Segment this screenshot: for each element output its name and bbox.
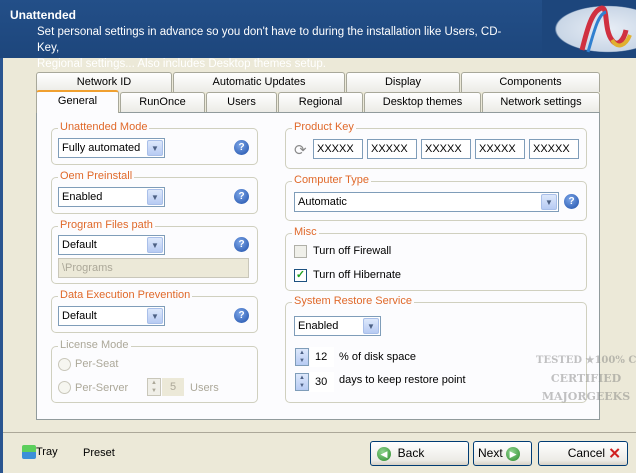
tray-button[interactable]: Tray	[22, 445, 58, 459]
turn-off-hibernate-label: Turn off Hibernate	[313, 269, 402, 281]
turn-off-firewall-label: Turn off Firewall	[313, 245, 392, 257]
watermark-text: CERTIFIED	[550, 372, 622, 385]
next-button[interactable]: Next ▶	[473, 441, 532, 466]
per-seat-radio[interactable]	[58, 358, 71, 371]
tab-automatic-updates[interactable]: Automatic Updates	[173, 72, 345, 92]
select-value: Default	[62, 310, 97, 322]
group-label: System Restore Service	[292, 295, 414, 307]
chevron-down-icon[interactable]: ▼	[363, 318, 379, 334]
disk-percent-input[interactable]: 12	[310, 347, 334, 367]
users-spinner-arrows[interactable]: ▲ ▼	[147, 378, 161, 396]
help-icon[interactable]: ?	[234, 140, 249, 155]
chevron-down-icon[interactable]: ▼	[541, 194, 557, 210]
program-files-path-input[interactable]: \Programs	[58, 258, 249, 278]
back-button[interactable]: ◀ Back	[370, 441, 469, 466]
product-key-part-5[interactable]: XXXXX	[529, 139, 579, 159]
per-server-label: Per-Server	[75, 382, 129, 394]
tab-regional[interactable]: Regional	[278, 92, 363, 112]
cancel-label: Cancel	[567, 446, 606, 460]
help-icon[interactable]: ?	[234, 308, 249, 323]
tab-general[interactable]: General	[36, 90, 119, 113]
logo-icon	[579, 5, 632, 53]
select-value: Default	[62, 239, 97, 251]
cancel-button[interactable]: Cancel ✕	[538, 441, 628, 466]
misc-group: Misc	[285, 226, 587, 291]
watermark-text: MAJORGEEKS	[541, 390, 631, 403]
disk-percent-label: % of disk space	[339, 351, 417, 363]
arrow-right-icon: ▶	[506, 446, 521, 461]
header-banner: Unattended Set personal settings in adva…	[0, 0, 636, 70]
tab-display[interactable]: Display	[346, 72, 460, 92]
refresh-icon[interactable]: ⟳	[294, 141, 307, 159]
turn-off-hibernate-checkbox[interactable]: ✓	[294, 269, 307, 282]
disk-percent-spinner-arrows[interactable]: ▲ ▼	[295, 348, 309, 366]
close-icon: ✕	[608, 445, 621, 463]
tray-download-icon	[22, 445, 36, 459]
group-label: Unattended Mode	[58, 121, 150, 133]
page-description: Set personal settings in advance so you …	[37, 24, 507, 72]
product-key-part-2[interactable]: XXXXX	[367, 139, 417, 159]
description-line: Regional settings... Also includes Deskt…	[37, 58, 326, 70]
per-seat-label: Per-Seat	[75, 358, 119, 370]
product-key-part-1[interactable]: XXXXX	[313, 139, 363, 159]
next-label: Next	[478, 446, 503, 460]
turn-off-firewall-checkbox[interactable]	[294, 245, 307, 258]
system-restore-select[interactable]: Enabled ▼	[294, 316, 381, 336]
restore-days-spinner-arrows[interactable]: ▲ ▼	[295, 373, 309, 391]
footer-divider	[3, 432, 636, 433]
help-icon[interactable]: ?	[234, 189, 249, 204]
restore-days-input[interactable]: 30	[310, 372, 334, 392]
tab-desktop-themes[interactable]: Desktop themes	[364, 92, 481, 112]
tab-network-id[interactable]: Network ID	[36, 72, 172, 92]
group-label: License Mode	[58, 339, 131, 351]
tab-runonce[interactable]: RunOnce	[120, 92, 205, 112]
select-value: Automatic	[298, 196, 347, 208]
select-value: Fully automated	[62, 142, 141, 154]
oem-preinstall-select[interactable]: Enabled ▼	[58, 187, 165, 207]
chevron-down-icon[interactable]: ▼	[147, 308, 163, 324]
description-line: Set personal settings in advance so you …	[37, 26, 502, 54]
computer-type-select[interactable]: Automatic ▼	[294, 192, 559, 212]
select-value: Enabled	[298, 320, 339, 332]
dep-select[interactable]: Default ▼	[58, 306, 165, 326]
tab-users[interactable]: Users	[206, 92, 277, 112]
help-icon[interactable]: ?	[564, 194, 579, 209]
chevron-down-icon[interactable]: ▼	[147, 189, 163, 205]
per-server-radio[interactable]	[58, 381, 71, 394]
users-label: Users	[190, 382, 219, 394]
left-border	[0, 58, 3, 473]
arrow-left-icon: ◀	[377, 446, 391, 461]
chevron-down-icon[interactable]: ▼	[147, 140, 163, 156]
back-label: Back	[397, 446, 425, 460]
product-key-part-3[interactable]: XXXXX	[421, 139, 471, 159]
tab-components[interactable]: Components	[461, 72, 600, 92]
product-key-part-4[interactable]: XXXXX	[475, 139, 525, 159]
group-label: Misc	[292, 226, 319, 238]
restore-days-label: days to keep restore point	[339, 374, 466, 386]
chevron-down-icon[interactable]: ▼	[147, 237, 163, 253]
app-logo	[542, 0, 636, 58]
tab-network-settings[interactable]: Network settings	[482, 92, 600, 112]
tray-label: Tray	[36, 445, 58, 458]
help-icon[interactable]: ?	[234, 237, 249, 252]
program-files-select[interactable]: Default ▼	[58, 235, 165, 255]
group-label: Oem Preinstall	[58, 170, 135, 182]
group-label: Product Key	[292, 121, 356, 133]
unattended-mode-select[interactable]: Fully automated ▼	[58, 138, 165, 158]
group-label: Data Execution Prevention	[58, 289, 193, 301]
majorgeeks-watermark: TESTED ★100% CLEAN CERTIFIED MAJORGEEKS	[536, 352, 636, 432]
group-label: Computer Type	[292, 174, 372, 186]
select-value: Enabled	[62, 191, 103, 203]
watermark-text: TESTED ★100% CLEAN	[536, 355, 636, 366]
page-title: Unattended	[10, 8, 76, 22]
group-label: Program Files path	[58, 219, 155, 231]
users-count-input[interactable]: 5	[162, 378, 184, 396]
preset-button[interactable]: Preset	[83, 447, 115, 459]
